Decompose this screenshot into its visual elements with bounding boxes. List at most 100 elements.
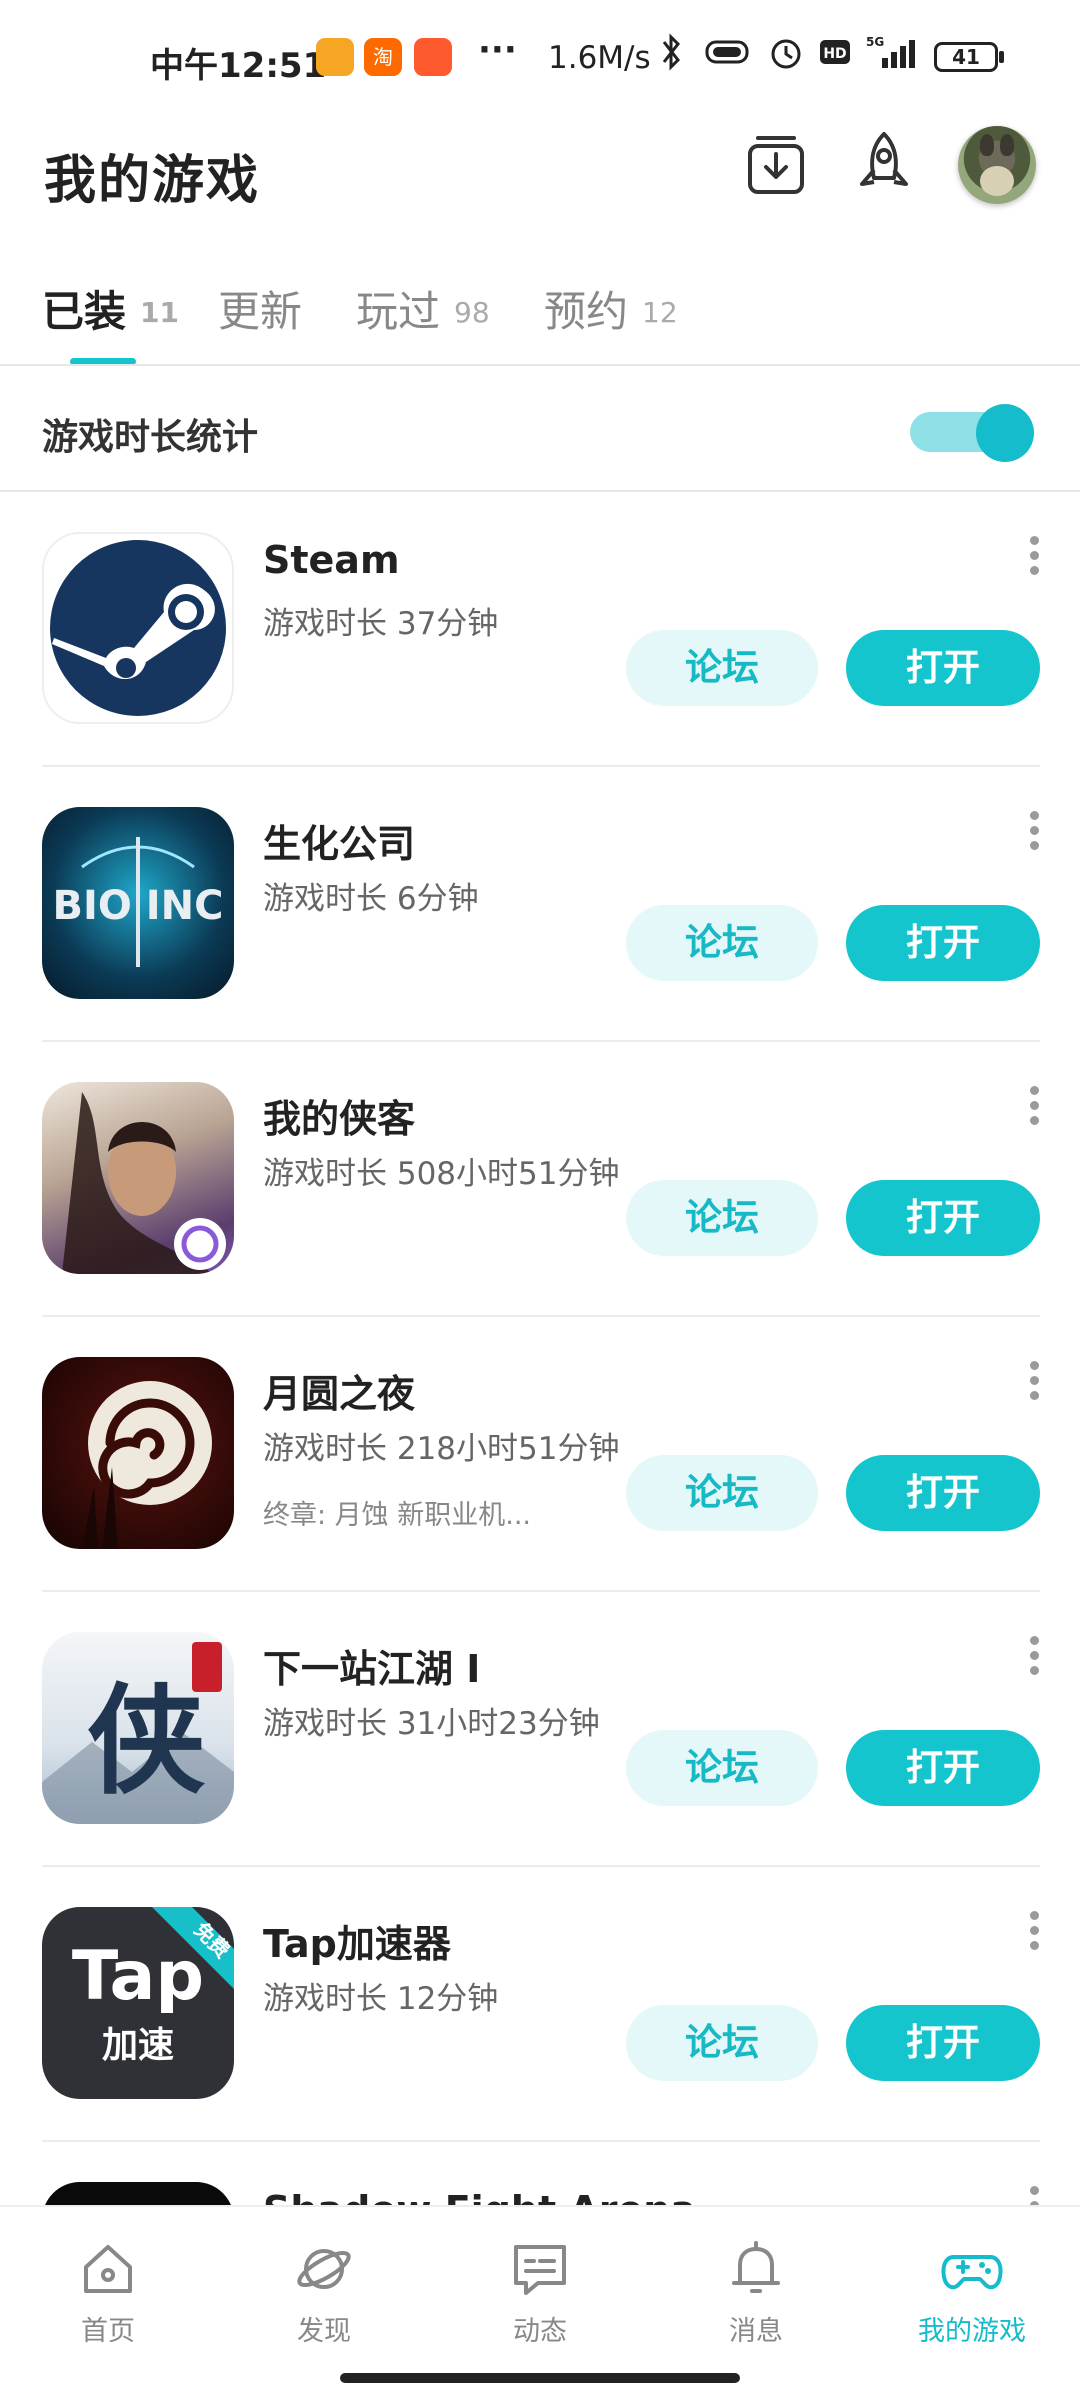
rocket-boost-icon[interactable] (848, 128, 920, 200)
game-name: 生化公司 (263, 822, 416, 866)
status-bar: 中午12:51 淘 ··· 1.6M/s HD 5G 41 (0, 0, 1080, 120)
avatar-ear (1000, 134, 1014, 156)
tabs-divider (0, 364, 1080, 366)
tab-label: 更新 (218, 287, 303, 336)
status-time: 中午12:51 (150, 46, 327, 86)
download-manager-icon[interactable] (740, 128, 812, 200)
nav-label: 消息 (729, 2316, 783, 2347)
nav-label: 发现 (297, 2316, 351, 2347)
nav-feed[interactable]: 动态 (460, 2217, 620, 2357)
game-name: Shadow Fight Arena (263, 2188, 696, 2205)
signal-5g-icon: 5G (866, 35, 915, 68)
tab-played[interactable]: 玩过 98 (356, 278, 490, 339)
open-button[interactable]: 打开 (846, 1180, 1040, 1256)
home-icon (84, 2245, 132, 2293)
tab-reserved[interactable]: 预约 12 (544, 278, 678, 339)
alarm-icon (771, 39, 801, 69)
playtime-stats-label: 游戏时长统计 (42, 417, 259, 458)
next-stop-jianghu-icon: 侠 (42, 1632, 234, 1824)
svg-text:5G: 5G (866, 35, 884, 49)
forum-button[interactable]: 论坛 (626, 1455, 818, 1531)
game-row[interactable]: BIO INC 生化公司 游戏时长 6分钟 论坛 打开 (0, 767, 1080, 1042)
network-speed: 1.6M/s (548, 40, 651, 76)
gamepad-icon (941, 2255, 1003, 2290)
vibrate-icon (705, 40, 749, 64)
game-update-note[interactable]: 终章: 月蚀 新职业机... (263, 1493, 531, 1532)
forum-button[interactable]: 论坛 (626, 2005, 818, 2081)
open-button[interactable]: 打开 (846, 630, 1040, 706)
more-options-icon[interactable] (1026, 536, 1042, 580)
open-button[interactable]: 打开 (846, 1455, 1040, 1531)
page-title: 我的游戏 (44, 151, 261, 211)
tab-label: 预约 (544, 287, 629, 336)
tab-updates[interactable]: 更新 (218, 278, 302, 339)
forum-button[interactable]: 论坛 (626, 905, 818, 981)
tab-label: 玩过 (356, 287, 441, 336)
nav-home[interactable]: 首页 (28, 2217, 188, 2357)
battery-icon: 41 (934, 42, 998, 72)
game-row[interactable]: 月圆之夜 游戏时长 218小时51分钟 终章: 月蚀 新职业机... 论坛 打开 (0, 1317, 1080, 1592)
nav-discover[interactable]: 发现 (244, 2217, 404, 2357)
battery-tip (999, 51, 1004, 63)
my-hero-icon (42, 1082, 234, 1274)
forum-button[interactable]: 论坛 (626, 1730, 818, 1806)
forum-button[interactable]: 论坛 (626, 1180, 818, 1256)
game-playtime: 游戏时长 218小时51分钟 (263, 1431, 620, 1467)
more-options-icon[interactable] (1026, 811, 1042, 855)
bottom-navigation: 首页 发现 动态 消息 我的游戏 (0, 2205, 1080, 2357)
tmall-app-icon (414, 38, 452, 76)
tab-count: 11 (140, 296, 179, 329)
steam-icon (42, 532, 234, 724)
open-button[interactable]: 打开 (846, 905, 1040, 981)
tap-logo-subtext: 加速 (102, 2025, 174, 2066)
playtime-stats-toggle[interactable] (910, 398, 1036, 462)
nav-messages[interactable]: 消息 (676, 2217, 836, 2357)
notes-app-icon (316, 38, 354, 76)
nav-my-games[interactable]: 我的游戏 (892, 2217, 1052, 2357)
game-playtime: 游戏时长 37分钟 (263, 606, 499, 642)
game-row[interactable]: 我的侠客 游戏时长 508小时51分钟 论坛 打开 (0, 1042, 1080, 1317)
game-row[interactable]: Tap 加速 免费 Tap加速器 游戏时长 12分钟 论坛 打开 (0, 1867, 1080, 2142)
bell-icon (732, 2241, 780, 2293)
more-notifications-icon: ··· (478, 30, 517, 70)
game-name: Steam (263, 538, 400, 582)
game-row[interactable]: 侠 下一站江湖 I 游戏时长 31小时23分钟 论坛 打开 (0, 1592, 1080, 1867)
taobao-app-icon: 淘 (364, 38, 402, 76)
more-options-icon[interactable] (1026, 1636, 1042, 1680)
game-row[interactable]: Shadow Fight Arena (0, 2142, 1080, 2205)
tap-logo-text: Tap (72, 1937, 204, 2016)
tab-installed[interactable]: 已装 11 (42, 278, 179, 339)
avatar-ear (980, 134, 994, 156)
more-options-icon[interactable] (1026, 1361, 1042, 1405)
tab-count: 12 (642, 296, 678, 329)
open-button[interactable]: 打开 (846, 1730, 1040, 1806)
more-options-icon[interactable] (1026, 1911, 1042, 1955)
tab-count: 98 (454, 296, 490, 329)
category-tabs: 已装 11 更新 玩过 98 预约 12 (0, 270, 1080, 366)
game-name: 月圆之夜 (263, 1372, 416, 1416)
avatar-belly (980, 166, 1014, 196)
user-avatar[interactable] (958, 126, 1036, 204)
game-name: 下一站江湖 I (263, 1647, 481, 1691)
game-playtime: 游戏时长 508小时51分钟 (263, 1156, 620, 1192)
more-options-icon[interactable] (1026, 1086, 1042, 1130)
more-options-icon[interactable] (1026, 2186, 1042, 2205)
bluetooth-icon (662, 33, 680, 71)
system-home-indicator[interactable] (340, 2373, 740, 2383)
feed-message-icon (514, 2245, 566, 2295)
game-row[interactable]: Steam 游戏时长 37分钟 论坛 打开 (0, 492, 1080, 767)
bio-inc-icon: BIO INC (42, 807, 234, 999)
discover-planet-icon (297, 2249, 351, 2289)
game-name: 我的侠客 (263, 1097, 416, 1141)
game-playtime: 游戏时长 12分钟 (263, 1981, 499, 2017)
open-button[interactable]: 打开 (846, 2005, 1040, 2081)
tab-label: 已装 (42, 287, 127, 336)
xia-calligraphy: 侠 (87, 1671, 206, 1810)
full-moon-night-icon (42, 1357, 234, 1549)
svg-text:HD: HD (823, 46, 846, 62)
nav-label: 动态 (513, 2316, 567, 2347)
game-playtime: 游戏时长 31小时23分钟 (263, 1706, 600, 1742)
game-name: Tap加速器 (263, 1922, 451, 1966)
hd-icon: HD (820, 40, 850, 64)
forum-button[interactable]: 论坛 (626, 630, 818, 706)
